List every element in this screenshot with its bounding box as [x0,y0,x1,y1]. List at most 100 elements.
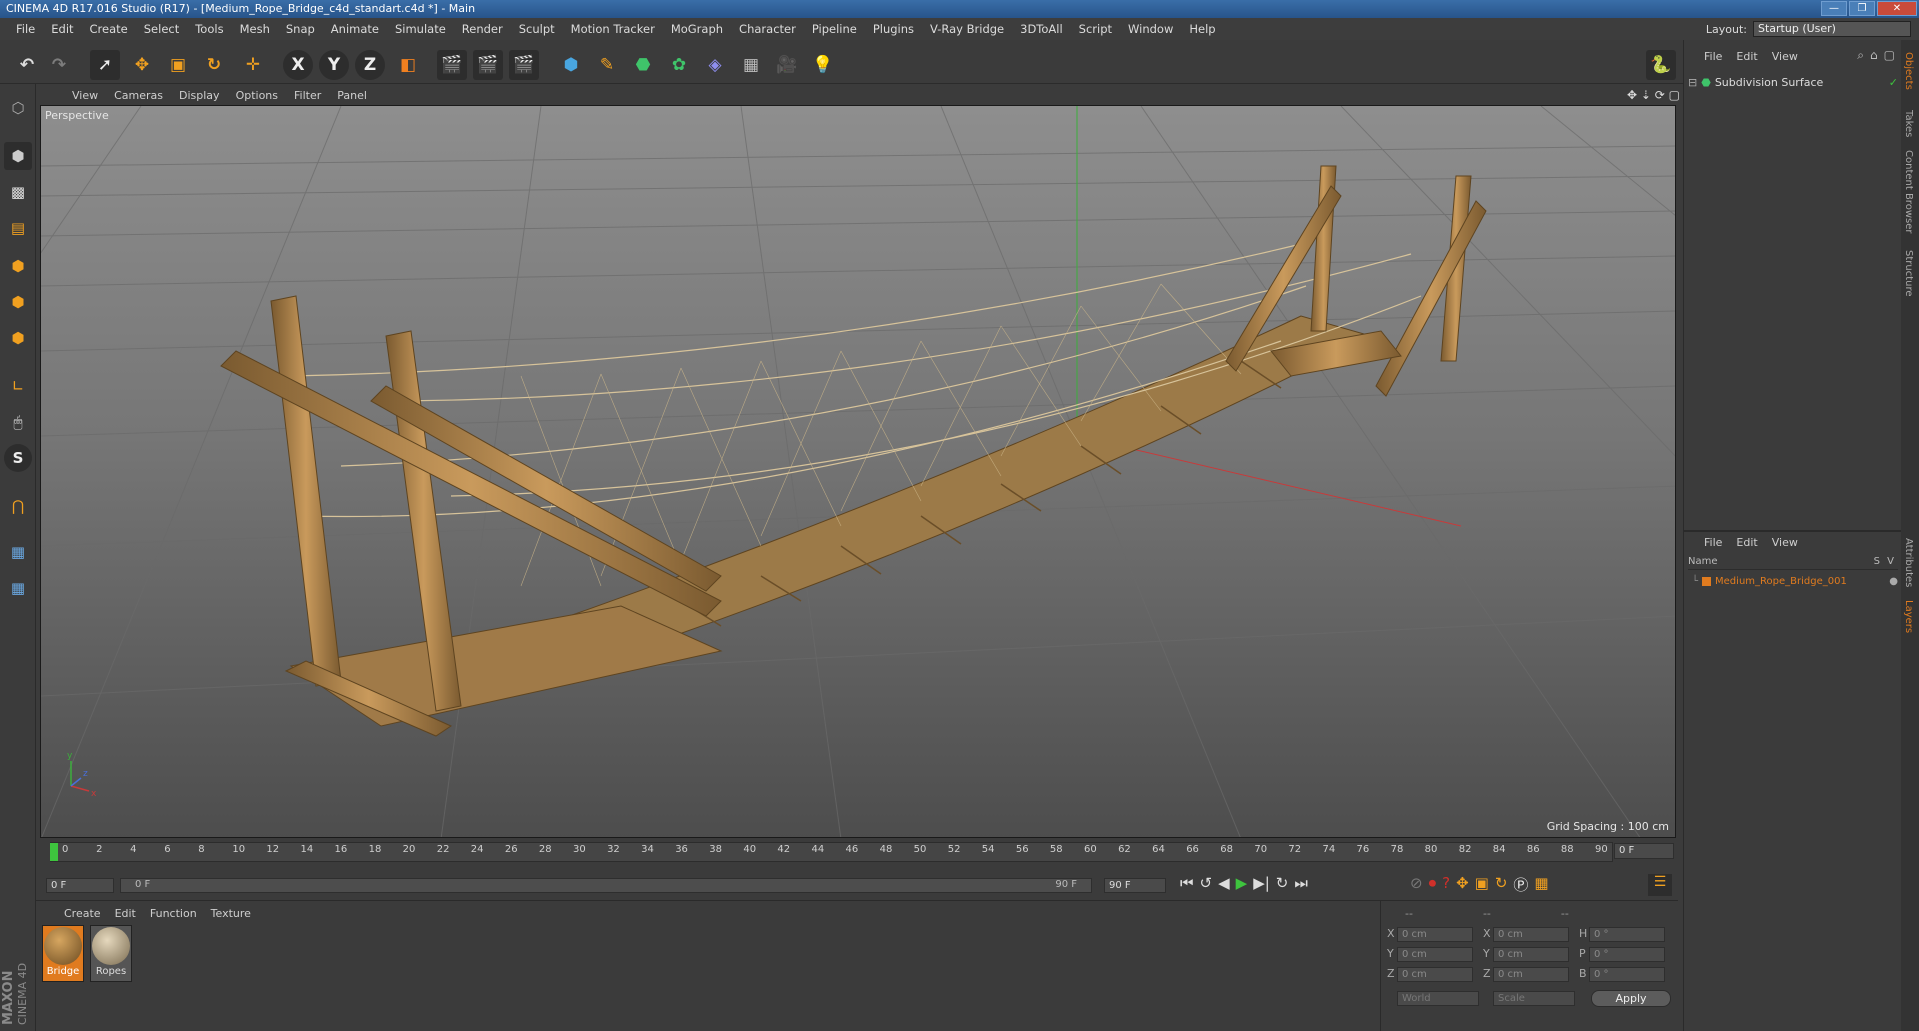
record-icon[interactable]: ⏺ [1429,874,1437,895]
go-to-end-icon[interactable]: ⏭ [1294,874,1308,892]
checkmark-icon[interactable]: ✓ [1889,76,1898,89]
select-tool-button[interactable]: ➚ [90,50,120,80]
object-row-subdivision-surface[interactable]: ⊟ ⬣ Subdivision Surface ✓ [1688,74,1898,90]
start-frame-field[interactable]: 0 F [46,878,114,893]
python-button[interactable]: 🐍 [1646,50,1676,80]
menu-3dtoall[interactable]: 3DToAll [1012,22,1071,36]
menu-animate[interactable]: Animate [323,22,387,36]
y-axis-button[interactable]: Y [319,50,349,80]
x-axis-button[interactable]: X [283,50,313,80]
layer-dot-icon[interactable]: ● [1889,576,1898,587]
size-x-field[interactable]: 0 cm [1493,927,1569,942]
menu-plugins[interactable]: Plugins [865,22,922,36]
snapping-button[interactable]: S [4,444,32,472]
expand-icon[interactable]: ⊟ [1688,76,1697,89]
material-bridge[interactable]: Bridge [42,925,84,982]
viewport-nav-icons[interactable]: ✥ ⇣ ⟳ ▢ [1627,88,1680,102]
play-icon[interactable]: ▶ [1236,874,1248,892]
menu-render[interactable]: Render [454,22,511,36]
playhead[interactable] [50,843,58,861]
z-axis-button[interactable]: Z [355,50,385,80]
viewport-menu-panel[interactable]: Panel [329,89,375,102]
key-move-icon[interactable]: ✥ [1456,874,1469,895]
add-deformer-button[interactable]: ◈ [700,50,730,80]
layer-row[interactable]: └ Medium_Rope_Bridge_001 ● [1692,574,1898,588]
undo-button[interactable]: ↶ [12,50,42,80]
layer-menu-edit[interactable]: Edit [1736,536,1757,549]
viewport-menu-view[interactable]: View [64,89,106,102]
apply-button[interactable]: Apply [1591,990,1671,1007]
close-button[interactable]: ✕ [1877,1,1917,16]
rot-h-field[interactable]: 0 ° [1589,927,1665,942]
make-editable-button[interactable]: ⬡ [4,94,32,122]
next-key-icon[interactable]: ↻ [1276,874,1289,892]
menu-motion-tracker[interactable]: Motion Tracker [563,22,663,36]
add-spline-button[interactable]: ✎ [592,50,622,80]
key-param-icon[interactable]: Ⓟ [1513,874,1528,895]
prev-key-icon[interactable]: ↺ [1200,874,1213,892]
menu-window[interactable]: Window [1120,22,1181,36]
material-menu-edit[interactable]: Edit [115,907,136,920]
search-icon[interactable]: ⌕ [1857,48,1864,63]
render-settings-button[interactable]: 🎬 [509,50,539,80]
size-z-field[interactable]: 0 cm [1493,967,1569,982]
prev-frame-icon[interactable]: ◀ [1218,874,1230,892]
add-cube-button[interactable]: ⬢ [556,50,586,80]
minimize-button[interactable]: — [1821,1,1847,16]
home-icon[interactable]: ⌂ [1870,48,1878,63]
polygons-mode-button[interactable]: ⬢ [4,324,32,352]
rotate-tool-button[interactable]: ↻ [199,50,229,80]
menu-script[interactable]: Script [1071,22,1120,36]
rot-p-field[interactable]: 0 ° [1589,947,1665,962]
pos-x-field[interactable]: 0 cm [1397,927,1473,942]
workplane-mode-button[interactable]: ▤ [4,214,32,242]
maximize-button[interactable]: ❐ [1849,1,1875,16]
timeline-ruler[interactable]: 0 2 4 6 8 10 12 14 16 18 20 22 24 26 28 30 32 34 36 38 40 42 4… [40,840,1676,864]
new-window-icon[interactable]: ▢ [1884,48,1895,63]
menu-edit[interactable]: Edit [43,22,81,36]
viewport-menu-filter[interactable]: Filter [286,89,329,102]
menu-create[interactable]: Create [82,22,136,36]
material-menu-create[interactable]: Create [64,907,101,920]
layer-menu-view[interactable]: View [1772,536,1798,549]
planar-workplane-button[interactable]: ▦ [4,574,32,602]
menu-mograph[interactable]: MoGraph [663,22,731,36]
object-menu-view[interactable]: View [1772,50,1798,63]
material-ropes[interactable]: Ropes [90,925,132,982]
perspective-viewport[interactable]: y x z Perspective Grid Spacing : 100 cm [40,105,1676,838]
add-floor-button[interactable]: ▦ [736,50,766,80]
edges-mode-button[interactable]: ⬢ [4,288,32,316]
pos-z-field[interactable]: 0 cm [1397,967,1473,982]
viewport-menu-cameras[interactable]: Cameras [106,89,171,102]
add-nurbs-button[interactable]: ⬣ [628,50,658,80]
coordinate-system-button[interactable]: ◧ [393,50,423,80]
render-picture-viewer-button[interactable]: 🎬 [473,50,503,80]
object-menu-file[interactable]: File [1704,50,1722,63]
texture-mode-button[interactable]: ▩ [4,178,32,206]
add-array-button[interactable]: ✿ [664,50,694,80]
viewport-menu-display[interactable]: Display [171,89,228,102]
current-frame-field[interactable]: 0 F [1614,843,1674,859]
render-view-button[interactable]: 🎬 [437,50,467,80]
menu-help[interactable]: Help [1181,22,1223,36]
go-to-start-icon[interactable]: ⏮ [1180,874,1194,892]
material-menu-texture[interactable]: Texture [211,907,251,920]
live-select-button[interactable]: ✛ [238,50,268,80]
menu-file[interactable]: File [8,22,43,36]
rot-b-field[interactable]: 0 ° [1589,967,1665,982]
menu-tools[interactable]: Tools [187,22,231,36]
viewport-menu-options[interactable]: Options [228,89,286,102]
menu-select[interactable]: Select [136,22,187,36]
layer-menu-file[interactable]: File [1704,536,1722,549]
coord-mode-dropdown[interactable]: World [1397,991,1479,1006]
tweak-mode-button[interactable]: 🖱 [4,408,32,436]
key-rotate-icon[interactable]: ↻ [1495,874,1508,895]
pos-y-field[interactable]: 0 cm [1397,947,1473,962]
menu-vray-bridge[interactable]: V-Ray Bridge [922,22,1012,36]
lock-workplane-button[interactable]: ▦ [4,538,32,566]
autokey-icon[interactable]: ? [1442,874,1450,895]
tab-structure[interactable]: Structure [1903,250,1914,297]
menu-simulate[interactable]: Simulate [387,22,454,36]
key-disabled-icon[interactable]: ⊘ [1410,874,1423,895]
menu-character[interactable]: Character [731,22,804,36]
